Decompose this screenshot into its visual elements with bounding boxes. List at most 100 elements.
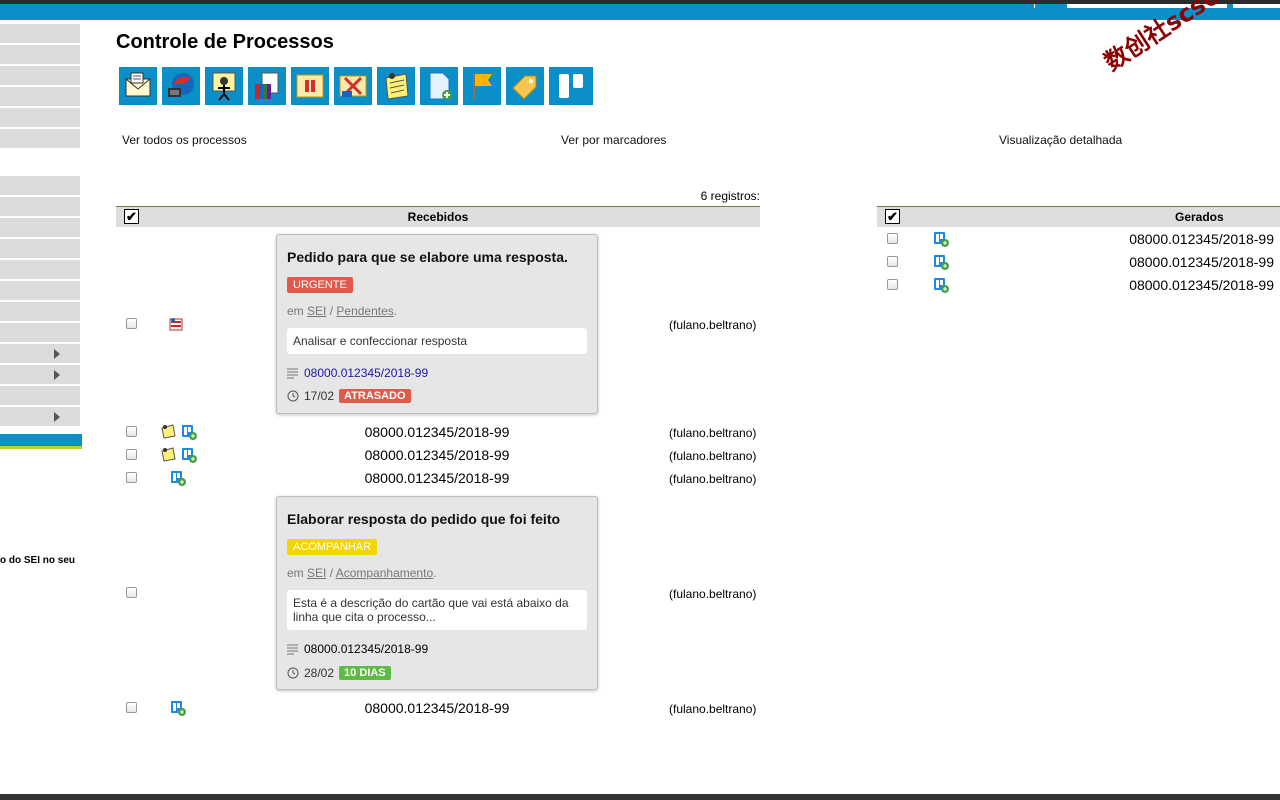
annotation-icon[interactable] — [160, 446, 176, 462]
process-number-link[interactable]: 08000.012345/2018-99 — [337, 470, 537, 486]
menu-divider-green — [0, 446, 82, 449]
row-checkbox[interactable] — [126, 702, 137, 713]
marker-button[interactable] — [462, 66, 502, 106]
top-bar-separator — [1034, 4, 1035, 8]
suspend-button[interactable] — [290, 66, 330, 106]
attention-icon[interactable] — [168, 316, 184, 332]
card-location-sep: / — [329, 566, 334, 580]
row-user: (fulano.beltrano) — [669, 587, 757, 601]
menu-item-submenu[interactable] — [0, 365, 80, 384]
row-checkbox[interactable] — [887, 233, 898, 244]
trello-card-icon[interactable] — [933, 277, 949, 293]
new-document-icon — [429, 72, 452, 100]
process-number-link[interactable]: 08000.012345/2018-99 — [1074, 231, 1274, 247]
chevron-right-icon — [54, 412, 60, 422]
menu-item[interactable] — [0, 176, 80, 195]
row-checkbox[interactable] — [126, 587, 137, 598]
row-checkbox[interactable] — [126, 449, 137, 460]
process-number-link[interactable]: 08000.012345/2018-99 — [1074, 277, 1274, 293]
new-process-icon — [125, 72, 151, 97]
card-due-date: 17/02 — [304, 389, 335, 403]
menu-item[interactable] — [0, 239, 80, 258]
menu-item[interactable] — [0, 323, 80, 342]
menu-item-submenu[interactable] — [0, 344, 80, 363]
menu-item[interactable] — [0, 24, 80, 43]
card-list-link[interactable]: Pendentes — [336, 304, 393, 318]
process-number-link[interactable]: 08000.012345/2018-99 — [337, 424, 537, 440]
menu-divider-blue — [0, 434, 82, 446]
detailed-view-link[interactable]: Visualização detalhada — [999, 133, 1122, 147]
row-checkbox[interactable] — [126, 472, 137, 483]
card-list-link[interactable]: Acompanhamento — [336, 566, 433, 580]
select-all-generated-checkbox[interactable]: ✔ — [885, 209, 900, 224]
assign-process-button[interactable] — [204, 66, 244, 106]
row-user: (fulano.beltrano) — [669, 426, 757, 440]
menu-item[interactable] — [0, 129, 80, 148]
menu-item-submenu[interactable] — [0, 407, 80, 426]
card-location: em SEI / Pendentes. — [287, 304, 397, 318]
trello-card[interactable]: Elaborar resposta do pedido que foi feit… — [276, 496, 598, 690]
documents-button[interactable] — [247, 66, 287, 106]
trello-icon — [559, 74, 583, 98]
menu-item[interactable] — [0, 260, 80, 279]
new-process-button[interactable] — [118, 66, 158, 106]
marker-flag-icon — [473, 73, 492, 100]
menu-item[interactable] — [0, 218, 80, 237]
card-due: 28/02 10 DIAS — [287, 666, 391, 680]
page-title: Controle de Processos — [116, 31, 334, 53]
trello-card[interactable]: Pedido para que se elabore uma resposta.… — [276, 234, 598, 414]
row-checkbox[interactable] — [126, 426, 137, 437]
trello-card-icon[interactable] — [181, 447, 197, 463]
card-location-prefix: em — [287, 566, 304, 580]
trello-button[interactable] — [548, 66, 594, 106]
menu-item[interactable] — [0, 386, 80, 405]
cancel-button[interactable] — [333, 66, 373, 106]
menu-item[interactable] — [0, 87, 80, 106]
row-user: (fulano.beltrano) — [669, 449, 757, 463]
assign-process-icon — [212, 72, 236, 101]
card-title: Elaborar resposta do pedido que foi feit… — [287, 511, 561, 527]
process-number-link[interactable]: 08000.012345/2018-99 — [1074, 254, 1274, 270]
annotation-button[interactable] — [376, 66, 416, 106]
row-checkbox[interactable] — [126, 318, 137, 329]
card-process-link[interactable]: 08000.012345/2018-99 — [304, 642, 428, 656]
row-user: (fulano.beltrano) — [669, 702, 757, 716]
annotation-icon[interactable] — [160, 423, 176, 439]
menu-item[interactable] — [0, 108, 80, 127]
menu-item[interactable] — [0, 66, 80, 85]
card-board-link[interactable]: SEI — [307, 304, 326, 318]
tag-icon — [512, 75, 537, 100]
clock-icon — [287, 667, 299, 679]
top-bar-button[interactable] — [1233, 4, 1280, 8]
description-lines-icon — [287, 644, 298, 654]
menu-item[interactable] — [0, 281, 80, 300]
trello-card-icon[interactable] — [181, 424, 197, 440]
trello-card-icon[interactable] — [170, 470, 186, 486]
menu-footer-text: o do SEI no seu — [0, 555, 76, 566]
trello-card-icon[interactable] — [933, 254, 949, 270]
process-number-link[interactable]: 08000.012345/2018-99 — [337, 700, 537, 716]
card-location-end: . — [433, 566, 437, 580]
trello-card-icon[interactable] — [933, 231, 949, 247]
description-lines-icon — [287, 368, 298, 378]
card-due-tag: ATRASADO — [339, 389, 411, 403]
view-all-processes-link[interactable]: Ver todos os processos — [122, 133, 247, 147]
card-process-link[interactable]: 08000.012345/2018-99 — [304, 366, 428, 380]
trello-card-icon[interactable] — [170, 700, 186, 716]
menu-item[interactable] — [0, 302, 80, 321]
card-location-prefix: em — [287, 304, 304, 318]
bottom-bar — [0, 794, 1280, 800]
card-board-link[interactable]: SEI — [307, 566, 326, 580]
card-location-sep: / — [329, 304, 334, 318]
row-checkbox[interactable] — [887, 279, 898, 290]
annotation-icon — [385, 73, 409, 100]
tag-button[interactable] — [505, 66, 545, 106]
received-table-header: ✔ Recebidos — [116, 206, 760, 227]
process-number-link[interactable]: 08000.012345/2018-99 — [337, 447, 537, 463]
menu-item[interactable] — [0, 197, 80, 216]
row-checkbox[interactable] — [887, 256, 898, 267]
view-by-markers-link[interactable]: Ver por marcadores — [561, 133, 666, 147]
menu-item[interactable] — [0, 45, 80, 64]
new-document-button[interactable] — [419, 66, 459, 106]
send-process-button[interactable] — [161, 66, 201, 106]
